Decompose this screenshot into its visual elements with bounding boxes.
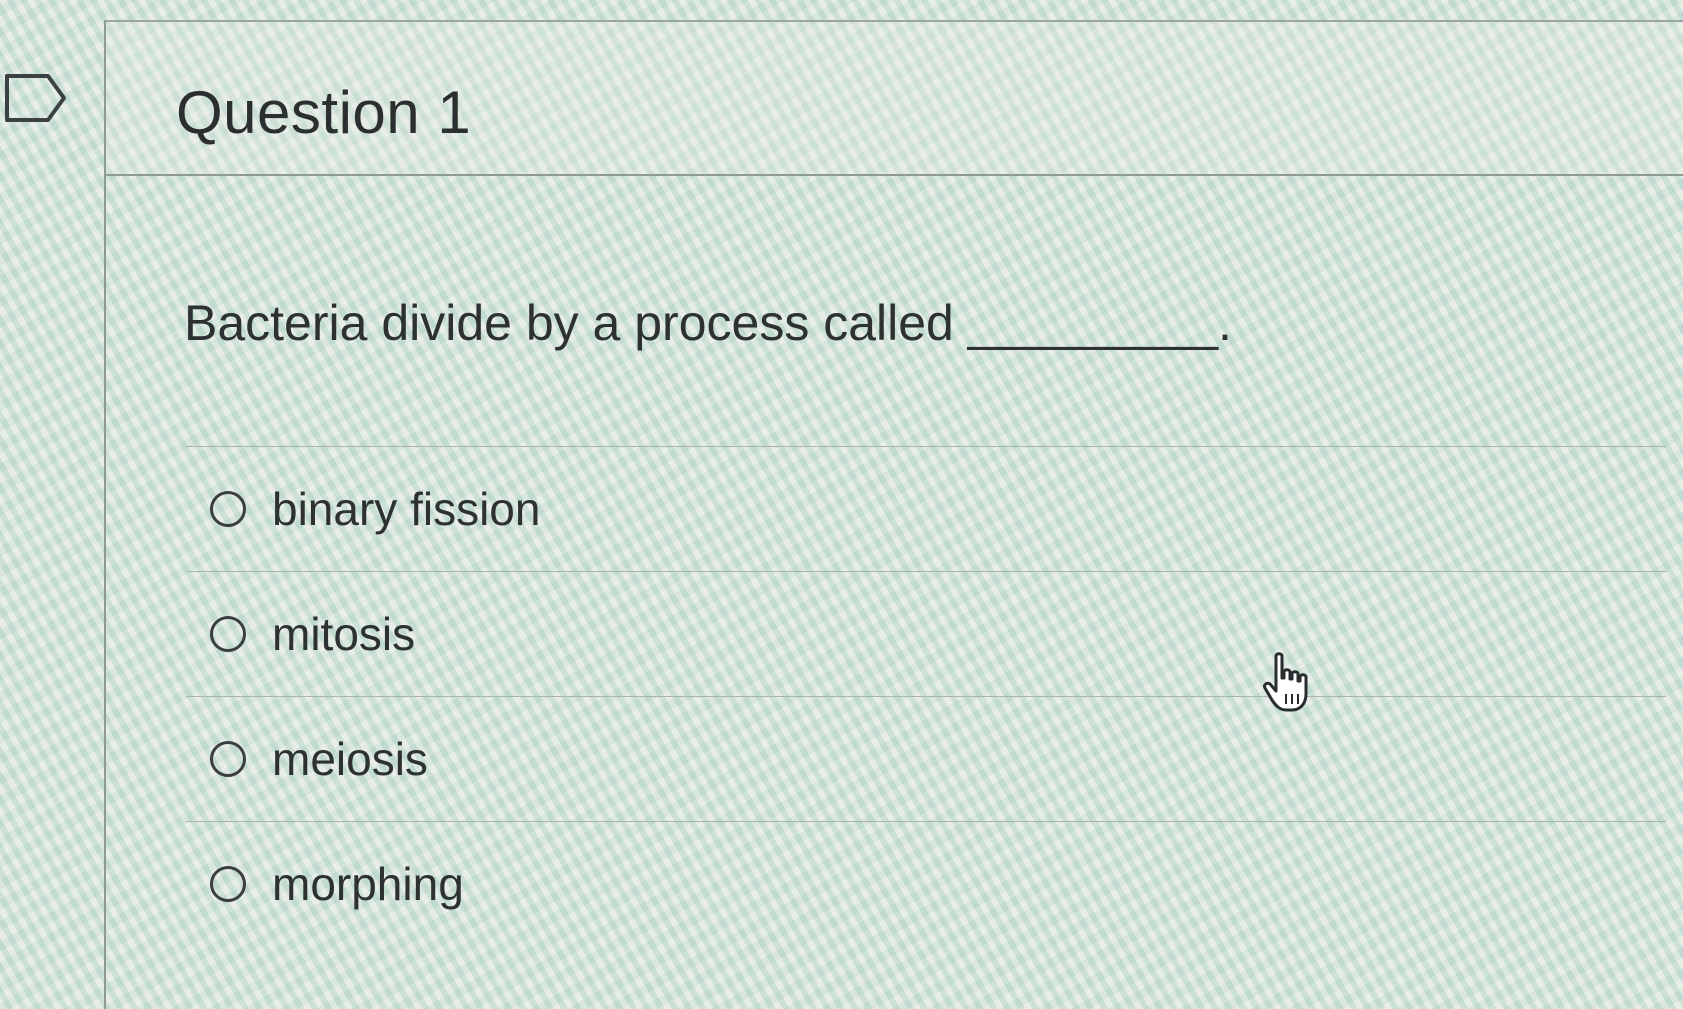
radio-button[interactable]	[210, 741, 246, 777]
answer-label: morphing	[272, 858, 464, 910]
answer-option-binary-fission[interactable]: binary fission	[186, 446, 1666, 571]
answer-option-mitosis[interactable]: mitosis	[186, 571, 1666, 696]
flag-question-icon[interactable]	[4, 72, 68, 124]
answer-label: mitosis	[272, 608, 416, 660]
answer-option-meiosis[interactable]: meiosis	[186, 696, 1666, 821]
question-header: Question 1	[106, 22, 1683, 176]
radio-button[interactable]	[210, 866, 246, 902]
answer-list: binary fission mitosis meiosis morphing	[186, 446, 1666, 946]
question-card: Question 1 Bacteria divide by a process …	[104, 20, 1683, 1009]
answer-label: binary fission	[272, 483, 541, 535]
question-title: Question 1	[176, 79, 472, 146]
answer-label: meiosis	[272, 733, 428, 785]
answer-option-morphing[interactable]: morphing	[186, 821, 1666, 946]
quiz-screen: Question 1 Bacteria divide by a process …	[0, 0, 1683, 1009]
hand-pointer-icon	[1263, 652, 1308, 712]
question-text: Bacteria divide by a process called ____…	[184, 295, 1232, 351]
radio-button[interactable]	[210, 491, 246, 527]
radio-button[interactable]	[210, 616, 246, 652]
